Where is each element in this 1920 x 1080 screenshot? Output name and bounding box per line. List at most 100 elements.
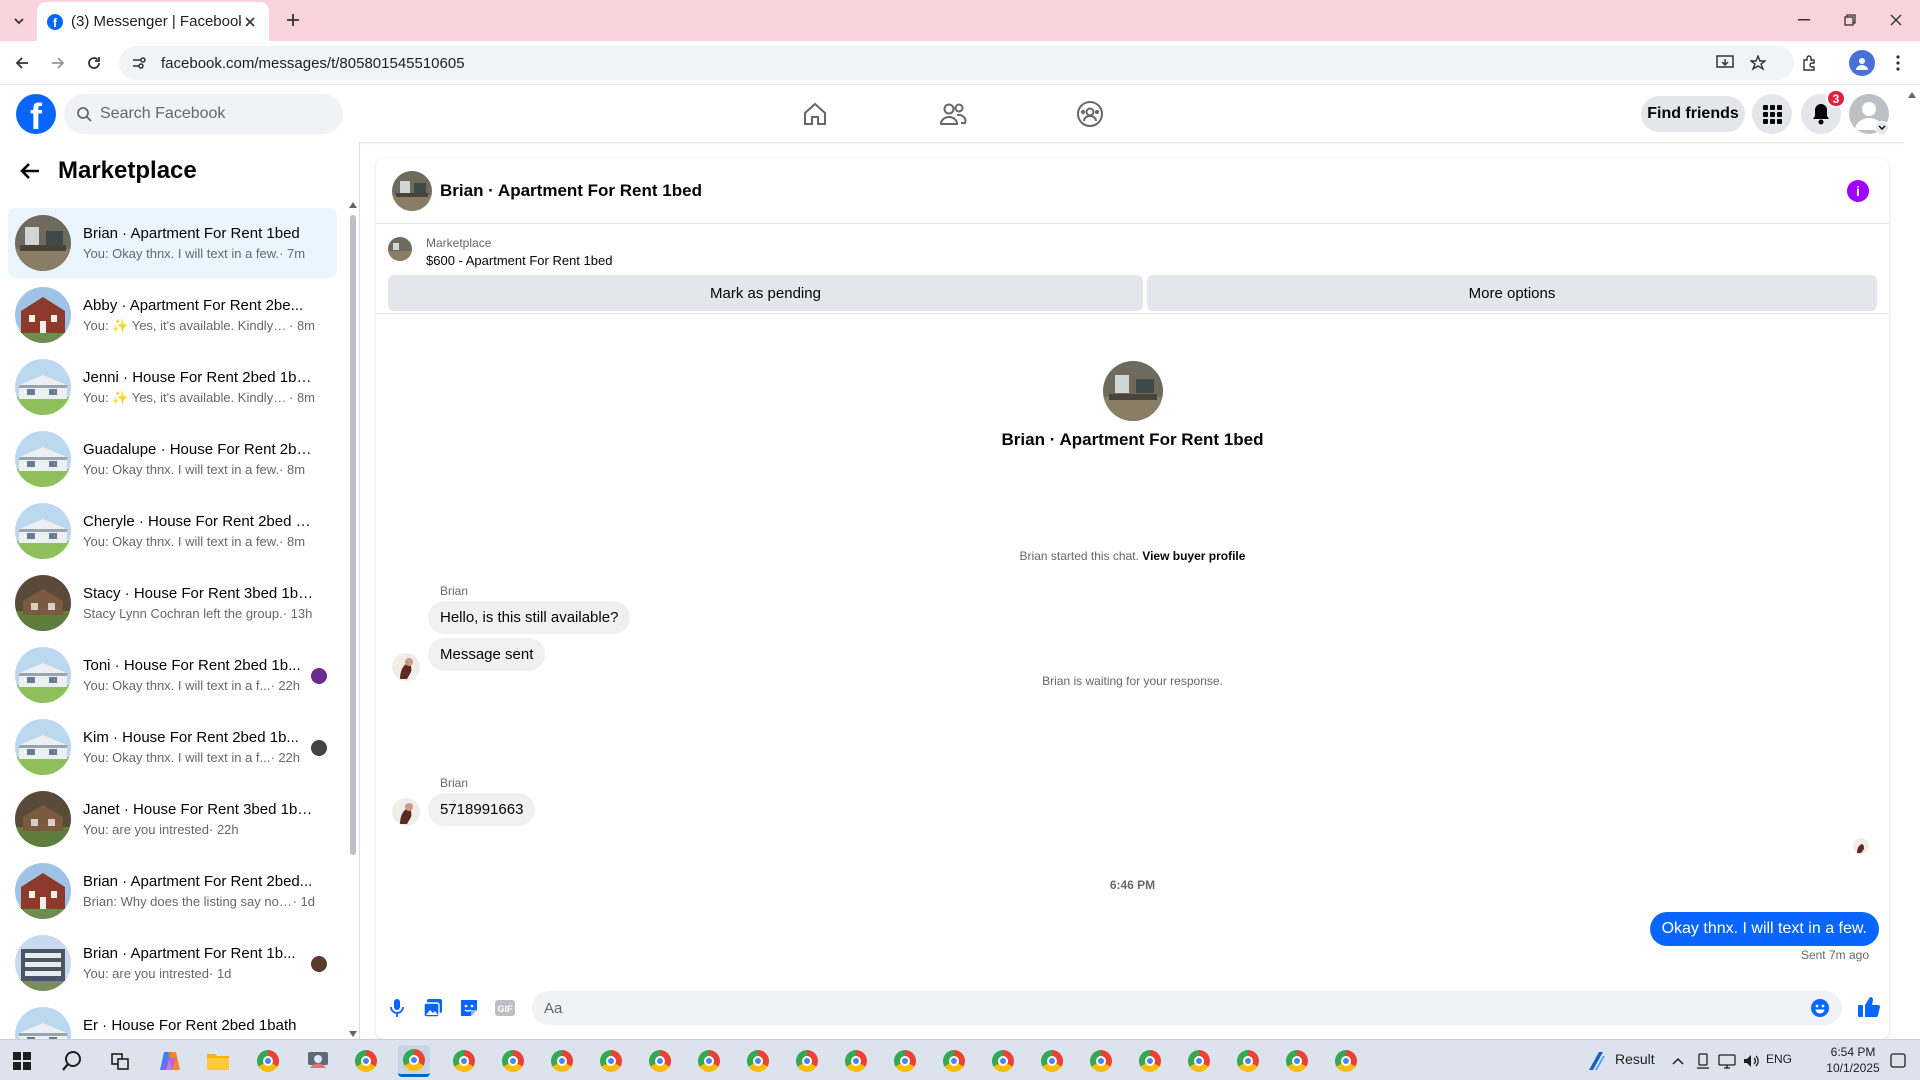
url-text[interactable]: facebook.com/messages/t/805801545510605 <box>161 55 465 72</box>
chrome-app-icon[interactable] <box>1036 1045 1068 1077</box>
more-options-button[interactable]: More options <box>1147 275 1877 311</box>
menu-grid-icon[interactable] <box>1752 94 1792 134</box>
conversation-item[interactable]: Er · House For Rent 2bed 1bathYou: Okay … <box>8 1000 337 1039</box>
restore-icon[interactable] <box>1838 8 1862 32</box>
sidebar-scrollbar[interactable] <box>349 200 357 1038</box>
chat-header-avatar[interactable] <box>392 170 432 211</box>
chrome-app-icon[interactable] <box>1134 1045 1166 1077</box>
close-window-icon[interactable] <box>1884 8 1908 32</box>
tab-search-icon[interactable] <box>8 10 30 32</box>
friends-icon[interactable] <box>935 96 971 132</box>
copilot-icon[interactable] <box>154 1045 186 1077</box>
conversation-item[interactable]: Brian · Apartment For Rent 1bed You: Okay… <box>8 208 337 278</box>
back-arrow-icon[interactable] <box>20 162 40 180</box>
bookmark-star-icon[interactable] <box>1746 51 1770 75</box>
profile-avatar-icon[interactable] <box>1849 50 1875 76</box>
page-scrollbar[interactable] <box>1904 86 1920 1039</box>
chrome-app-icon[interactable] <box>987 1045 1019 1077</box>
conversation-item[interactable]: Kim · House For Rent 2bed 1b... You: Okay… <box>8 712 337 782</box>
listing-price[interactable]: $600 - Apartment For Rent 1bed <box>426 253 612 268</box>
chrome-app-icon[interactable] <box>595 1045 627 1077</box>
system-clock[interactable]: 6:54 PM 10/1/2025 <box>1823 1044 1883 1076</box>
conversation-info-icon[interactable]: i <box>1847 180 1869 202</box>
browser-menu-icon[interactable] <box>1886 51 1910 75</box>
chrome-app-icon[interactable] <box>1085 1045 1117 1077</box>
chat-title[interactable]: Brian · Apartment For Rent 1bed <box>440 181 702 201</box>
message-input[interactable] <box>544 999 1784 1017</box>
chrome-app-icon[interactable] <box>1281 1045 1313 1077</box>
chrome-app-icon[interactable] <box>742 1045 774 1077</box>
chrome-app-icon-active[interactable] <box>398 1045 430 1077</box>
conversation-item[interactable]: Brian · Apartment For Rent 1b... You: are… <box>8 928 337 998</box>
conversation-item[interactable]: Jenni · House For Rent 2bed 1bath You: ✨ … <box>8 352 337 422</box>
show-hidden-icons-chevron-up-icon[interactable] <box>1666 1045 1690 1077</box>
conversation-item[interactable]: Janet · House For Rent 3bed 1bath You: ar… <box>8 784 337 854</box>
chrome-app-icon[interactable] <box>693 1045 725 1077</box>
windows-start-icon[interactable] <box>6 1045 38 1077</box>
forward-icon[interactable] <box>46 51 70 75</box>
site-info-icon[interactable] <box>131 55 147 71</box>
conversation-item[interactable]: Toni · House For Rent 2bed 1b... You: Oka… <box>8 640 337 710</box>
chrome-app-icon[interactable] <box>1232 1045 1264 1077</box>
chrome-app-icon[interactable] <box>546 1045 578 1077</box>
file-explorer-icon[interactable] <box>202 1045 234 1077</box>
sticker-icon[interactable] <box>458 997 480 1019</box>
incoming-message-bubble[interactable]: Message sent <box>428 638 546 671</box>
sidebar-scroll-thumb[interactable] <box>350 215 356 855</box>
profile-avatar-large[interactable] <box>1103 361 1163 421</box>
conversation-item[interactable]: Stacy · House For Rent 3bed 1bath Stacy L… <box>8 568 337 638</box>
back-icon[interactable] <box>10 51 34 75</box>
widget-result-label[interactable]: Result <box>1615 1051 1655 1067</box>
new-tab-icon[interactable] <box>281 8 305 32</box>
groups-icon[interactable] <box>1072 96 1108 132</box>
chrome-app-icon[interactable] <box>791 1045 823 1077</box>
cricket-widget-icon[interactable] <box>1580 1045 1612 1077</box>
notification-center-icon[interactable] <box>1884 1045 1912 1077</box>
volume-icon[interactable] <box>1740 1045 1762 1077</box>
reload-icon[interactable] <box>82 51 106 75</box>
remote-app-icon[interactable] <box>302 1045 334 1077</box>
facebook-logo-icon[interactable]: f <box>16 94 56 134</box>
chrome-app-icon[interactable] <box>889 1045 921 1077</box>
home-icon[interactable] <box>797 96 833 132</box>
conversation-item[interactable]: Brian · Apartment For Rent 2bed... Brian:… <box>8 856 337 926</box>
chrome-profile-app-icon[interactable] <box>350 1045 382 1077</box>
gif-icon[interactable]: GIF <box>494 997 516 1019</box>
chrome-app-icon[interactable] <box>938 1045 970 1077</box>
view-buyer-profile-link[interactable]: View buyer profile <box>1142 549 1245 563</box>
chrome-app-icon[interactable] <box>644 1045 676 1077</box>
display-tray-icon[interactable] <box>1692 1045 1714 1077</box>
conversation-item[interactable]: Cheryle · House For Rent 2bed 1... You: O… <box>8 496 337 566</box>
microphone-icon[interactable] <box>386 997 408 1019</box>
emoji-icon[interactable] <box>1810 998 1830 1018</box>
account-chevron-down-icon[interactable] <box>1875 121 1889 135</box>
find-friends-button[interactable]: Find friends <box>1641 96 1745 132</box>
chrome-app-icon[interactable] <box>497 1045 529 1077</box>
install-app-icon[interactable] <box>1713 51 1737 75</box>
language-indicator[interactable]: ENG <box>1766 1052 1792 1066</box>
incoming-message-bubble[interactable]: 5718991663 <box>428 793 536 826</box>
omnibox[interactable]: facebook.com/messages/t/805801545510605 <box>119 46 1794 80</box>
taskbar-search-icon[interactable] <box>56 1045 88 1077</box>
chrome-app-icon[interactable] <box>1183 1045 1215 1077</box>
chrome-app-icon[interactable] <box>448 1045 480 1077</box>
sender-avatar[interactable] <box>392 798 420 826</box>
search-input[interactable] <box>100 105 300 123</box>
extensions-icon[interactable] <box>1797 51 1821 75</box>
close-tab-icon[interactable] <box>241 13 259 31</box>
chrome-app-icon[interactable] <box>1330 1045 1362 1077</box>
task-view-icon[interactable] <box>104 1045 136 1077</box>
conversation-item[interactable]: Abby · Apartment For Rent 2be... You: ✨ Y… <box>8 280 337 350</box>
network-icon[interactable] <box>1716 1045 1738 1077</box>
conversation-item[interactable]: Guadalupe · House For Rent 2be... You: Ok… <box>8 424 337 494</box>
outgoing-message-bubble[interactable]: Okay thnx. I will text in a few. <box>1649 912 1879 946</box>
photo-attach-icon[interactable] <box>422 997 444 1019</box>
chrome-app-icon[interactable] <box>840 1045 872 1077</box>
minimize-icon[interactable] <box>1792 8 1816 32</box>
like-thumbs-up-icon[interactable] <box>1856 994 1882 1020</box>
message-input-wrapper[interactable] <box>532 991 1842 1025</box>
chrome-app-icon[interactable] <box>252 1045 284 1077</box>
search-box[interactable] <box>64 94 343 134</box>
mark-as-pending-button[interactable]: Mark as pending <box>388 275 1143 311</box>
incoming-message-bubble[interactable]: Hello, is this still available? <box>428 601 631 634</box>
